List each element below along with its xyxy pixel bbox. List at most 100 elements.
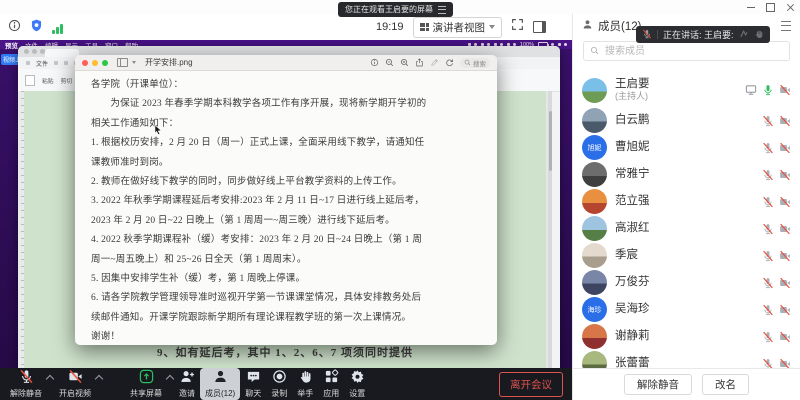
camera-off-icon[interactable] (779, 142, 791, 154)
toolbar-record-button[interactable]: 录制 (266, 368, 292, 400)
mic-muted-icon[interactable] (762, 223, 774, 235)
camera-off-icon[interactable] (779, 331, 791, 343)
member-row[interactable]: 季宸 (573, 242, 800, 269)
unmute-all-button[interactable]: 解除静音 (624, 374, 692, 395)
camera-off-icon[interactable] (779, 304, 791, 316)
avatar: 旭妮 (582, 135, 607, 160)
member-row[interactable]: 王启要(主持人) (573, 73, 800, 107)
share-icon[interactable] (415, 58, 424, 67)
preview-sidebar-icon[interactable] (117, 58, 128, 67)
mic-muted-icon[interactable] (762, 304, 774, 316)
meeting-info-icon[interactable] (8, 19, 21, 37)
mic-muted-icon[interactable] (762, 358, 774, 369)
member-search-input[interactable] (603, 45, 783, 58)
view-mode-button[interactable]: 演讲者视图 (413, 17, 503, 38)
close-traffic-light[interactable] (82, 60, 88, 66)
chat-icon (246, 369, 261, 389)
document-overflow-line: 9、如有延后考，其中 1、2、6、7 项须同时提供 (24, 344, 546, 360)
avatar (582, 351, 607, 368)
markup-pencil-icon[interactable] (430, 58, 439, 67)
avatar: 海珍 (582, 297, 607, 322)
toolbar-apps-button[interactable]: 应用 (318, 368, 344, 400)
paste-icon[interactable] (25, 75, 35, 86)
toolbar-chat-button[interactable]: 聊天 (240, 368, 266, 400)
wps-cut-label[interactable]: 剪切 (61, 76, 73, 85)
mic-muted-icon[interactable] (762, 169, 774, 181)
preview-sidebar-caret-icon[interactable] (132, 61, 136, 64)
member-name: 吴海珍 (615, 303, 650, 316)
mic-muted-icon[interactable] (762, 250, 774, 262)
toolbar-unmute-button[interactable]: 解除静音 (5, 368, 47, 400)
member-row[interactable]: 张蕾蕾 (573, 350, 800, 368)
camera-off-icon[interactable] (779, 250, 791, 262)
member-row[interactable]: 高淑红 (573, 215, 800, 242)
camera-off-icon[interactable] (779, 115, 791, 127)
member-row[interactable]: 白云鹏 (573, 107, 800, 134)
zoom-out-icon[interactable] (385, 58, 394, 67)
remote-menu-0[interactable]: 预览 (5, 40, 18, 50)
member-row[interactable]: 万俊芬 (573, 269, 800, 296)
avatar (582, 243, 607, 268)
toolbar-share-screen-button[interactable]: 共享屏幕 (125, 368, 167, 400)
avatar (582, 216, 607, 241)
mic-off-icon (19, 369, 34, 389)
chevron-up-icon[interactable] (166, 375, 174, 383)
avatar (582, 108, 607, 133)
minimize-button[interactable] (747, 7, 755, 8)
mic-muted-icon[interactable] (762, 277, 774, 289)
wps-scrollbar[interactable] (548, 91, 552, 368)
chevron-up-icon[interactable] (95, 375, 103, 383)
mic-on-icon[interactable] (762, 84, 774, 96)
wps-document-tab[interactable] (45, 49, 79, 57)
wps-file-menu[interactable]: 文件 (36, 59, 48, 68)
member-search-box[interactable] (583, 41, 790, 61)
member-count-label: 成员(12) (598, 18, 641, 34)
doc-line: 3. 2022 年秋季学期课程延后考安排:2023 年 2 月 11 日~17 … (91, 192, 483, 211)
preview-search-field[interactable]: 搜索 (460, 58, 490, 68)
camera-off-icon[interactable] (779, 223, 791, 235)
fullscreen-icon[interactable] (511, 18, 524, 36)
member-row[interactable]: 范立强 (573, 188, 800, 215)
apps-icon (324, 369, 339, 389)
camera-off-icon[interactable] (779, 358, 791, 369)
person-icon (582, 17, 593, 35)
minimize-traffic-light[interactable] (92, 60, 98, 66)
info-icon[interactable] (370, 58, 379, 67)
toast-list-icon[interactable] (438, 6, 446, 14)
wps-window-buttons[interactable] (24, 49, 45, 54)
zoom-traffic-light[interactable] (102, 60, 108, 66)
camera-off-icon[interactable] (779, 196, 791, 208)
toolbar-invite-button[interactable]: 邀请 (174, 368, 200, 400)
zoom-in-icon[interactable] (400, 58, 409, 67)
member-name: 常雅宁 (615, 168, 650, 181)
hand-icon (298, 369, 313, 389)
wps-paste-label[interactable]: 粘贴 (42, 76, 54, 85)
member-row[interactable]: 常雅宁 (573, 161, 800, 188)
chevron-up-icon[interactable] (46, 375, 54, 383)
mic-muted-icon[interactable] (762, 115, 774, 127)
rotate-icon[interactable] (445, 58, 454, 67)
camera-off-icon[interactable] (779, 84, 791, 96)
camera-off-icon[interactable] (779, 277, 791, 289)
mic-muted-icon[interactable] (762, 331, 774, 343)
maximize-button[interactable] (766, 3, 775, 12)
toolbar-raise-hand-button[interactable]: 举手 (292, 368, 318, 400)
screen-sharing-icon[interactable] (745, 84, 757, 96)
member-row[interactable]: 旭妮曹旭妮 (573, 134, 800, 161)
meeting-window: 您正在观看王启要的屏幕 19:19 演讲者视图 (0, 0, 800, 400)
toolbar-start-video-button[interactable]: 开启视频 (54, 368, 96, 400)
mic-muted-icon[interactable] (762, 142, 774, 154)
toolbar-settings-button[interactable]: 设置 (344, 368, 370, 400)
network-shield-icon[interactable] (30, 19, 43, 37)
mic-muted-icon[interactable] (762, 196, 774, 208)
doc-line: 相关工作通知如下： (91, 115, 483, 134)
leave-meeting-button[interactable]: 离开会议 (499, 372, 563, 397)
close-button[interactable] (786, 3, 794, 11)
panel-menu-icon[interactable] (781, 21, 791, 31)
camera-off-icon[interactable] (779, 169, 791, 181)
toolbar-members-button[interactable]: 成员(12) (200, 368, 240, 400)
member-row[interactable]: 海珍吴海珍 (573, 296, 800, 323)
sidebar-toggle-icon[interactable] (533, 21, 546, 33)
rename-button[interactable]: 改名 (702, 374, 749, 395)
member-row[interactable]: 谢静莉 (573, 323, 800, 350)
